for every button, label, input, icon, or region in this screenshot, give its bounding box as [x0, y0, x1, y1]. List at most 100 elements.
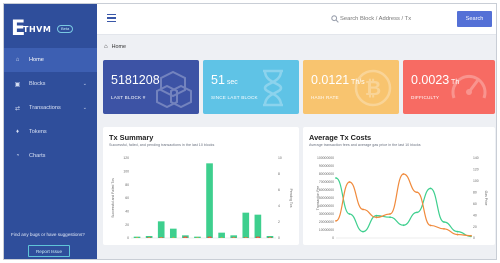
chevron-down-icon: ⌄ — [82, 105, 87, 111]
y-tick-label: 100000000 — [317, 156, 334, 160]
bar-pending — [148, 237, 151, 238]
sidebar-item-charts[interactable]: ◔ Charts — [4, 144, 97, 168]
y-axis-label: Transaction Fee — [316, 186, 320, 210]
data-point — [389, 216, 391, 219]
bar-pending — [172, 237, 175, 238]
sidebar-item-label: Home — [29, 57, 44, 63]
bar-successful — [157, 221, 165, 238]
y-tick-label: 10000000 — [319, 228, 334, 232]
data-point — [335, 219, 337, 222]
exchange-icon: ⇄ — [14, 105, 21, 112]
stat-label: DIFFICULTY — [411, 95, 440, 100]
sidebar-item-home[interactable]: ⌂ Home — [4, 48, 97, 72]
stat-value: 5181208 — [111, 73, 160, 87]
data-point — [348, 181, 351, 183]
y-tick-label: 120 — [123, 156, 129, 160]
stat-value: 51 sec — [211, 73, 238, 87]
y2-tick-label: 60 — [473, 202, 477, 206]
bar-pending — [184, 237, 187, 238]
bar-successful — [206, 163, 213, 238]
y2-tick-label: 140 — [473, 156, 479, 160]
y-tick-label: 50000000 — [319, 196, 334, 200]
data-point — [375, 214, 378, 217]
hourglass-icon — [263, 69, 283, 107]
feedback-text: Find any bugs or have suggestions? — [11, 232, 85, 237]
ethereum-icon: ♦ — [15, 129, 20, 135]
bar-pending — [232, 237, 235, 238]
y2-tick-label: 0 — [278, 236, 280, 240]
search-icon — [331, 15, 339, 23]
brand-logo[interactable]: E THVM Beta — [11, 16, 91, 40]
y2-tick-label: 40 — [473, 213, 477, 217]
y-tick-label: 40 — [125, 210, 129, 214]
bar-pending — [268, 237, 271, 238]
y-tick-label: 60000000 — [319, 188, 334, 192]
y2-tick-label: 6 — [278, 188, 280, 192]
app-frame: E THVM Beta ⌂ Home ▣ Blocks ⌄ ⇄ Transact… — [3, 3, 497, 260]
y2-tick-label: 4 — [278, 204, 280, 208]
sidebar: E THVM Beta ⌂ Home ▣ Blocks ⌄ ⇄ Transact… — [4, 4, 97, 259]
bar-pending — [244, 237, 247, 238]
stat-card-difficulty: 0.0023 Th DIFFICULTY — [403, 60, 495, 114]
data-point — [470, 234, 472, 237]
y2-tick-label: 100 — [473, 179, 479, 183]
stat-label: HASH RATE — [311, 95, 339, 100]
data-point — [443, 221, 445, 223]
sidebar-item-label: Transactions — [29, 105, 61, 111]
search-input[interactable] — [340, 12, 450, 26]
bar-pending — [256, 237, 259, 238]
y2-tick-label: 2 — [278, 220, 280, 224]
bar-successful — [242, 212, 250, 238]
bar-pending — [208, 237, 211, 238]
bar-successful — [254, 214, 262, 238]
bar-successful — [218, 232, 225, 238]
y-tick-label: 100 — [123, 170, 129, 174]
y-tick-label: 0 — [332, 236, 334, 240]
y-tick-label: 40000000 — [319, 204, 334, 208]
data-point — [416, 191, 418, 194]
topbar: Search — [97, 4, 496, 35]
sidebar-item-tokens[interactable]: ♦ Tokens — [4, 120, 97, 144]
stat-card-last-block: 5181208 LAST BLOCK # — [103, 60, 199, 114]
bar-pending — [196, 237, 199, 238]
data-point — [362, 208, 364, 211]
data-point — [456, 233, 459, 236]
tx-summary-panel: Tx Summary Successful, failed, and pendi… — [103, 127, 299, 245]
y2-axis-label: Gas Price — [484, 191, 488, 206]
logo-word: THVM — [23, 25, 52, 34]
y-tick-label: 20 — [125, 223, 129, 227]
bar-successful — [169, 228, 177, 238]
y2-axis-label: Pending Txs — [289, 189, 293, 208]
y-tick-label: 90000000 — [319, 164, 334, 168]
svg-text:₿: ₿ — [365, 76, 381, 100]
pie-chart-icon: ◔ — [15, 153, 20, 159]
breadcrumb-home[interactable]: Home — [112, 44, 126, 50]
data-point — [456, 230, 459, 233]
y-tick-label: 70000000 — [319, 180, 334, 184]
data-point — [443, 227, 445, 230]
data-point — [429, 187, 432, 190]
y-tick-label: 0 — [127, 236, 129, 240]
report-issue-button[interactable]: Report Issue — [28, 245, 70, 257]
menu-toggle-icon[interactable] — [107, 14, 116, 23]
bar-pending — [136, 237, 139, 238]
data-point — [348, 213, 351, 215]
y-tick-label: 80 — [125, 183, 129, 187]
search-button[interactable]: Search — [457, 11, 492, 27]
avg-tx-costs-panel: Average Tx Costs Average transaction fee… — [303, 127, 495, 245]
data-point — [402, 224, 405, 227]
stat-label: LAST BLOCK # — [111, 95, 146, 100]
home-icon: ⌂ — [15, 57, 20, 63]
stat-label: SINCE LAST BLOCK — [211, 95, 258, 100]
data-point — [362, 230, 364, 233]
beta-badge: Beta — [57, 25, 74, 33]
y2-tick-label: 80 — [473, 190, 477, 194]
sidebar-item-blocks[interactable]: ▣ Blocks ⌄ — [4, 72, 97, 96]
sidebar-item-transactions[interactable]: ⇄ Transactions ⌄ — [4, 96, 97, 120]
stat-card-hash-rate: ₿ 0.0121 Th/s HASH RATE — [303, 60, 399, 114]
sidebar-item-label: Charts — [29, 153, 46, 159]
chevron-down-icon: ⌄ — [82, 81, 87, 87]
data-point — [429, 224, 432, 227]
y2-tick-label: 0 — [473, 236, 475, 240]
line-transaction-fee — [335, 177, 472, 237]
